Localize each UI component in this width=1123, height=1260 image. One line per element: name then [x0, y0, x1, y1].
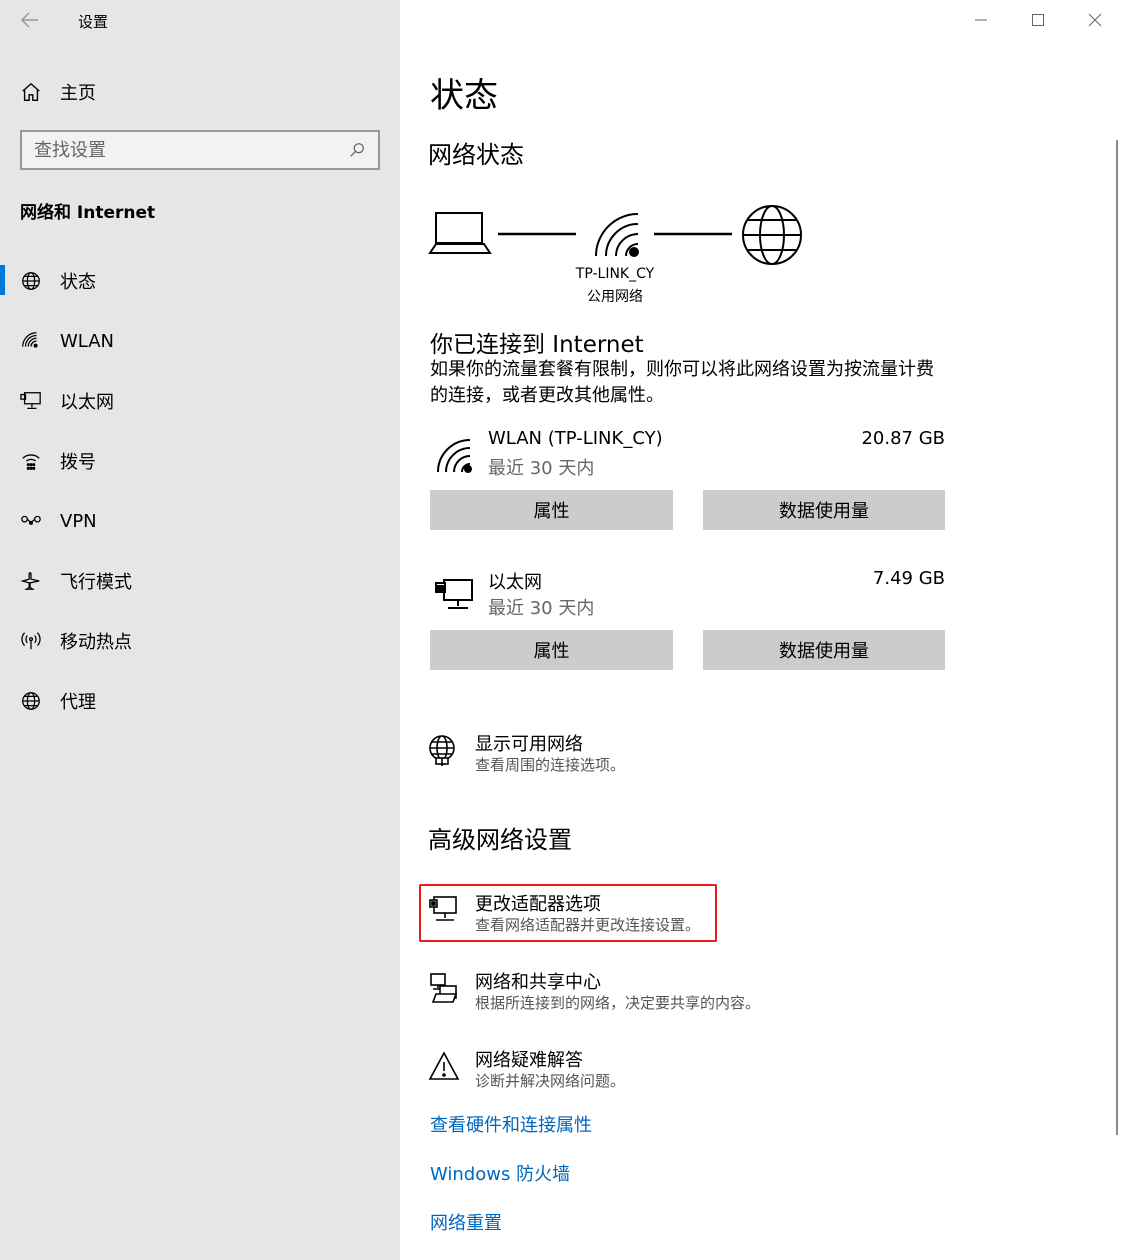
sidebar-item-ethernet[interactable]: 以太网 — [0, 379, 400, 423]
minimize-button[interactable] — [952, 0, 1009, 40]
globe-icon — [20, 270, 42, 292]
network-diagram — [428, 205, 802, 265]
dialup-icon — [20, 450, 42, 472]
connection-period: 最近 30 天内 — [488, 598, 595, 619]
sidebar-item-label: 以太网 — [60, 392, 114, 413]
connected-title: 你已连接到 Internet — [430, 332, 644, 358]
item-subtitle: 诊断并解决网络问题。 — [475, 1072, 626, 1090]
connection-ethernet: 以太网 最近 30 天内 7.49 GB — [430, 568, 945, 619]
sidebar-item-airplane[interactable]: 飞行模式 — [0, 559, 400, 603]
page-title: 状态 — [430, 76, 498, 116]
change-adapter-options[interactable]: 更改适配器选项 查看网络适配器并更改连接设置。 — [428, 890, 828, 938]
section-title: 网络和 Internet — [20, 203, 156, 223]
sidebar-item-label: WLAN — [60, 330, 115, 352]
connection-period: 最近 30 天内 — [488, 458, 595, 479]
link-network-reset[interactable]: 网络重置 — [430, 1209, 502, 1235]
vpn-icon — [20, 510, 42, 532]
scrollbar[interactable] — [1116, 140, 1118, 1135]
item-title: 网络和共享中心 — [475, 972, 601, 993]
sidebar-item-label: 拨号 — [60, 452, 96, 473]
main-panel: 状态 网络状态 TP-LINK_CY 公用网络 你已连接到 Internet 如… — [400, 0, 1123, 1260]
item-subtitle: 查看网络适配器并更改连接设置。 — [475, 916, 701, 934]
globe-icon — [20, 690, 42, 712]
home-nav-item[interactable]: 主页 — [20, 78, 380, 106]
sidebar-item-label: VPN — [60, 510, 97, 532]
wlan-properties-button[interactable]: 属性 — [430, 490, 673, 530]
search-icon[interactable] — [348, 141, 366, 159]
ethernet-properties-button[interactable]: 属性 — [430, 630, 673, 670]
sidebar-item-wlan[interactable]: WLAN — [0, 319, 400, 363]
link-hardware-properties[interactable]: 查看硬件和连接属性 — [430, 1111, 592, 1137]
connection-name: WLAN (TP-LINK_CY) — [488, 428, 663, 449]
sidebar-item-hotspot[interactable]: 移动热点 — [0, 619, 400, 663]
home-label: 主页 — [60, 83, 96, 104]
advanced-heading: 高级网络设置 — [428, 826, 572, 854]
network-sharing-center[interactable]: 网络和共享中心 根据所连接到的网络，决定要共享的内容。 — [428, 968, 828, 1016]
show-available-networks[interactable]: 显示可用网络 查看周围的连接选项。 — [428, 730, 828, 778]
item-subtitle: 根据所连接到的网络，决定要共享的内容。 — [475, 994, 761, 1012]
network-status-heading: 网络状态 — [428, 141, 524, 169]
globe-network-icon — [429, 735, 455, 766]
connected-description: 如果你的流量套餐有限制，则你可以将此网络设置为按流量计费的连接，或者更改其他属性… — [430, 359, 934, 406]
warning-icon — [428, 1051, 460, 1080]
connection-usage: 7.49 GB — [872, 568, 945, 589]
app-title: 设置 — [78, 13, 109, 31]
sidebar-item-label: 状态 — [60, 272, 96, 293]
laptop-icon — [428, 212, 492, 254]
sidebar-item-proxy[interactable]: 代理 — [0, 679, 400, 723]
maximize-icon — [1031, 14, 1044, 26]
network-troubleshooter[interactable]: 网络疑难解答 诊断并解决网络问题。 — [428, 1046, 828, 1094]
globe-icon — [742, 205, 802, 265]
sidebar: 设置 主页 网络和 Internet 状态 WLAN 以太网 拨号 VPN 飞行… — [0, 0, 400, 1260]
ethernet-data-usage-button[interactable]: 数据使用量 — [703, 630, 945, 670]
adapter-icon — [429, 896, 457, 921]
home-icon — [22, 82, 40, 101]
ethernet-icon — [20, 390, 42, 412]
minimize-icon — [974, 19, 987, 21]
search-box[interactable] — [20, 130, 380, 170]
wifi-icon — [437, 439, 472, 473]
item-title: 网络疑难解答 — [475, 1050, 583, 1071]
sidebar-item-label: 飞行模式 — [60, 572, 132, 593]
arrow-left-icon — [20, 12, 38, 28]
wlan-data-usage-button[interactable]: 数据使用量 — [703, 490, 945, 530]
airplane-icon — [20, 570, 42, 592]
item-title: 显示可用网络 — [475, 734, 583, 755]
wifi-icon — [20, 330, 42, 352]
network-name: TP-LINK_CY — [575, 266, 655, 282]
connection-wlan: WLAN (TP-LINK_CY) 最近 30 天内 20.87 GB — [430, 428, 945, 479]
close-icon — [1088, 13, 1101, 27]
link-windows-firewall[interactable]: Windows 防火墙 — [430, 1160, 570, 1186]
wifi-icon — [595, 213, 639, 257]
item-title: 更改适配器选项 — [475, 894, 601, 915]
back-button[interactable] — [18, 8, 42, 32]
sidebar-item-vpn[interactable]: VPN — [0, 499, 400, 543]
item-subtitle: 查看周围的连接选项。 — [475, 756, 626, 774]
connection-name: 以太网 — [488, 572, 542, 593]
ethernet-icon — [435, 579, 473, 609]
sidebar-item-dialup[interactable]: 拨号 — [0, 439, 400, 483]
sidebar-item-label: 代理 — [60, 692, 96, 713]
sharing-center-icon — [430, 973, 458, 1003]
hotspot-icon — [20, 630, 42, 652]
window-controls — [952, 0, 1123, 40]
close-button[interactable] — [1066, 0, 1123, 40]
sidebar-item-label: 移动热点 — [60, 632, 132, 653]
search-input[interactable] — [34, 139, 348, 161]
sidebar-item-status[interactable]: 状态 — [0, 259, 400, 303]
maximize-button[interactable] — [1009, 0, 1066, 40]
network-type: 公用网络 — [587, 289, 643, 305]
connection-usage: 20.87 GB — [861, 428, 945, 449]
